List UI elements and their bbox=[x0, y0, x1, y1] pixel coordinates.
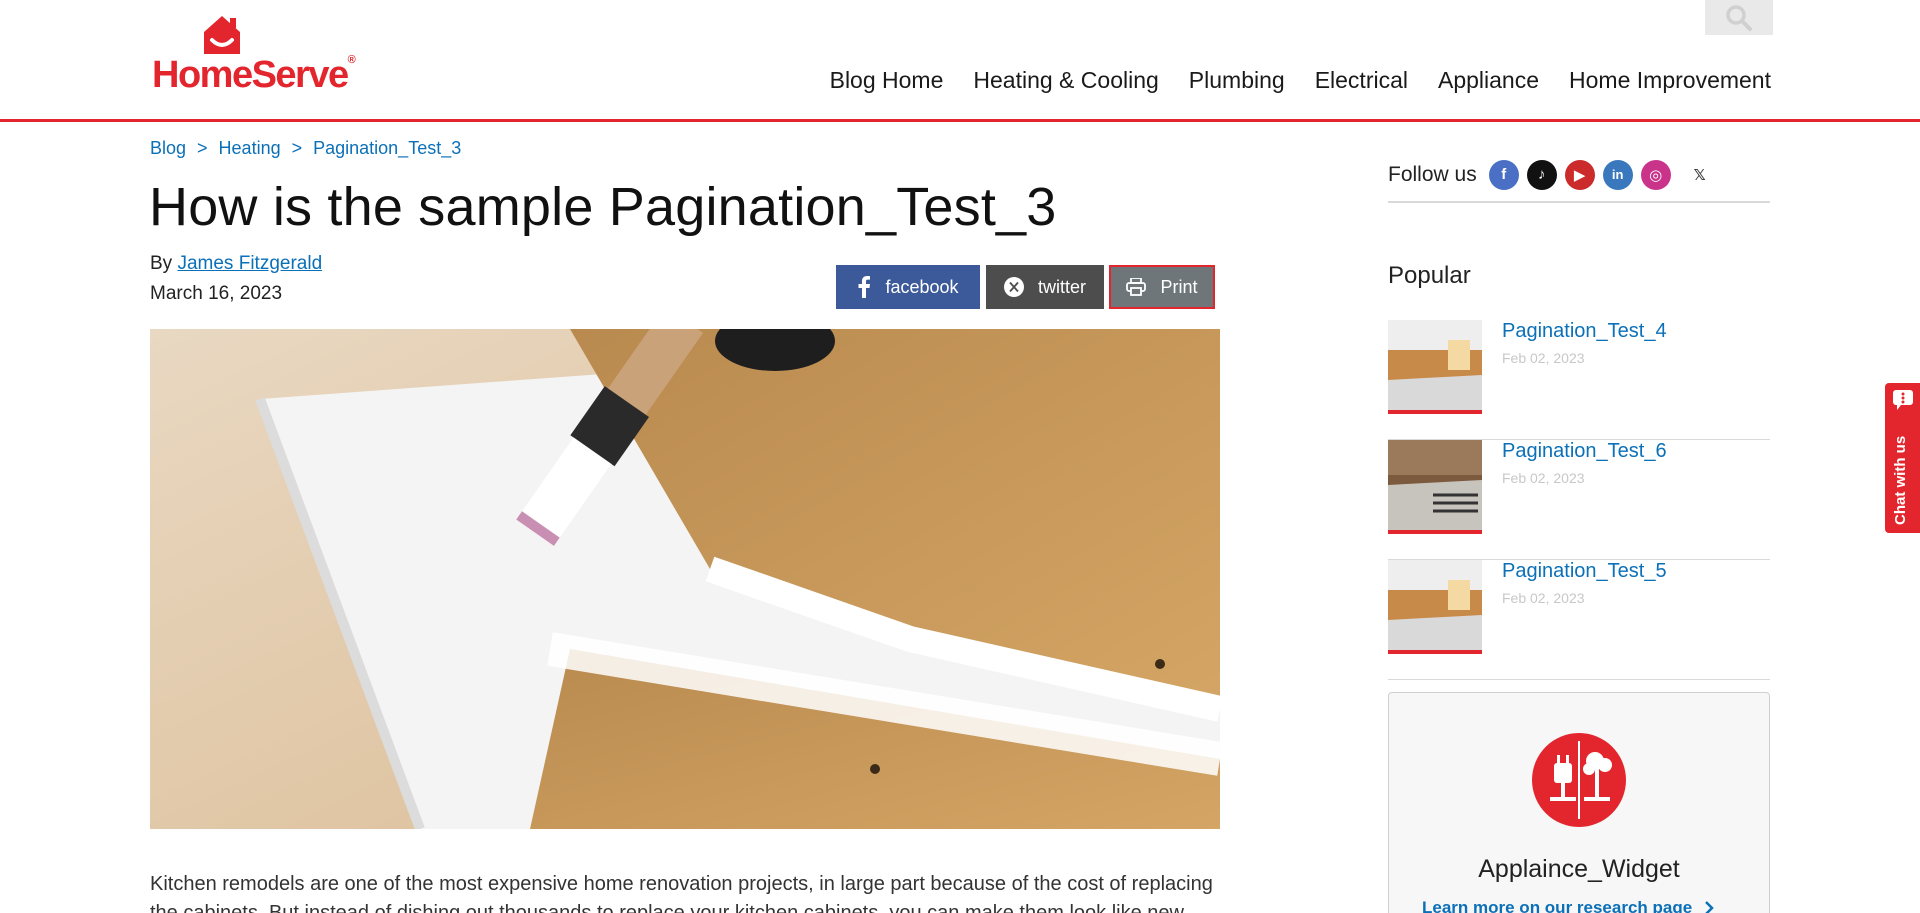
breadcrumb-blog[interactable]: Blog bbox=[150, 138, 186, 159]
popular-item-title[interactable]: Pagination_Test_4 bbox=[1502, 320, 1667, 343]
instagram-icon[interactable]: ◎ bbox=[1640, 159, 1671, 190]
chat-with-us-tab[interactable]: Chat with us bbox=[1885, 383, 1920, 533]
popular-item: Pagination_Test_4 Feb 02, 2023 bbox=[1388, 320, 1770, 440]
popular-item-title[interactable]: Pagination_Test_6 bbox=[1502, 440, 1667, 463]
search-icon bbox=[1726, 4, 1752, 31]
nav-home-improvement[interactable]: Home Improvement bbox=[1569, 67, 1771, 94]
nav-appliance[interactable]: Appliance bbox=[1438, 67, 1539, 94]
popular-thumbnail[interactable] bbox=[1388, 320, 1482, 414]
follow-us-bar: Follow us f ♪ ▶ in ◎ 𝕏 bbox=[1388, 148, 1770, 203]
popular-item: Pagination_Test_5 Feb 02, 2023 bbox=[1388, 560, 1770, 680]
share-facebook-label: facebook bbox=[885, 276, 959, 297]
print-label: Print bbox=[1160, 276, 1198, 297]
appliance-widget-icon bbox=[1532, 733, 1626, 827]
follow-us-label: Follow us bbox=[1388, 162, 1477, 186]
x-icon bbox=[1003, 277, 1024, 297]
breadcrumb-separator: > bbox=[197, 138, 208, 158]
popular-item-title[interactable]: Pagination_Test_5 bbox=[1502, 560, 1667, 583]
publish-date: March 16, 2023 bbox=[150, 283, 283, 304]
x-icon[interactable]: 𝕏 bbox=[1684, 159, 1715, 190]
popular-heading: Popular bbox=[1388, 262, 1471, 289]
widget-research-link[interactable]: Learn more on our research page bbox=[1422, 898, 1714, 913]
article-body: Kitchen remodels are one of the most exp… bbox=[150, 873, 1213, 913]
chevron-right-icon bbox=[1705, 901, 1714, 913]
share-facebook-button[interactable]: facebook bbox=[836, 265, 980, 309]
popular-item-date: Feb 02, 2023 bbox=[1502, 350, 1585, 366]
nav-electrical[interactable]: Electrical bbox=[1315, 67, 1408, 94]
nav-plumbing[interactable]: Plumbing bbox=[1189, 67, 1285, 94]
search-button[interactable] bbox=[1705, 0, 1773, 35]
facebook-icon bbox=[858, 276, 871, 298]
breadcrumb-current[interactable]: Pagination_Test_3 bbox=[313, 138, 461, 159]
main-nav: Blog Home Heating & Cooling Plumbing Ele… bbox=[830, 67, 1771, 94]
author-link[interactable]: James Fitzgerald bbox=[177, 253, 322, 274]
widget-title: Applaince_Widget bbox=[1478, 855, 1680, 883]
appliance-widget: Applaince_Widget Learn more on our resea… bbox=[1388, 692, 1770, 913]
site-header: HomeServe® Blog Home Heating & Cooling P… bbox=[0, 0, 1920, 122]
logo-wordmark: HomeServe® bbox=[152, 54, 356, 96]
print-button[interactable]: Print bbox=[1109, 265, 1215, 309]
byline: By James Fitzgerald bbox=[150, 253, 322, 275]
linkedin-icon[interactable]: in bbox=[1602, 159, 1633, 190]
widget-link-label: Learn more on our research page bbox=[1422, 898, 1693, 913]
homeserve-logo[interactable]: HomeServe® bbox=[152, 14, 366, 96]
popular-item: Pagination_Test_6 Feb 02, 2023 bbox=[1388, 440, 1770, 560]
breadcrumb-heating[interactable]: Heating bbox=[219, 138, 281, 159]
hero-image bbox=[150, 329, 1220, 829]
popular-item-date: Feb 02, 2023 bbox=[1502, 590, 1585, 606]
byline-prefix: By bbox=[150, 253, 173, 274]
chat-bubble-icon bbox=[1893, 390, 1913, 410]
share-twitter-button[interactable]: twitter bbox=[986, 265, 1104, 309]
popular-item-date: Feb 02, 2023 bbox=[1502, 470, 1585, 486]
breadcrumb-separator: > bbox=[291, 138, 303, 158]
chat-label: Chat with us bbox=[1892, 435, 1909, 525]
nav-blog-home[interactable]: Blog Home bbox=[830, 67, 944, 94]
share-twitter-label: twitter bbox=[1037, 276, 1086, 297]
facebook-icon[interactable]: f bbox=[1488, 159, 1519, 190]
printer-icon bbox=[1126, 278, 1147, 296]
popular-thumbnail[interactable] bbox=[1388, 560, 1482, 654]
tiktok-icon[interactable]: ♪ bbox=[1526, 159, 1557, 190]
article-title: How is the sample Pagination_Test_3 bbox=[149, 177, 1057, 237]
breadcrumb: Blog > Heating > Pagination_Test_3 bbox=[150, 138, 461, 159]
nav-heating-cooling[interactable]: Heating & Cooling bbox=[973, 67, 1158, 94]
painting-cabinet-illustration bbox=[150, 329, 1220, 829]
popular-thumbnail[interactable] bbox=[1388, 440, 1482, 534]
youtube-icon[interactable]: ▶ bbox=[1564, 159, 1595, 190]
house-logo-icon bbox=[204, 16, 240, 54]
